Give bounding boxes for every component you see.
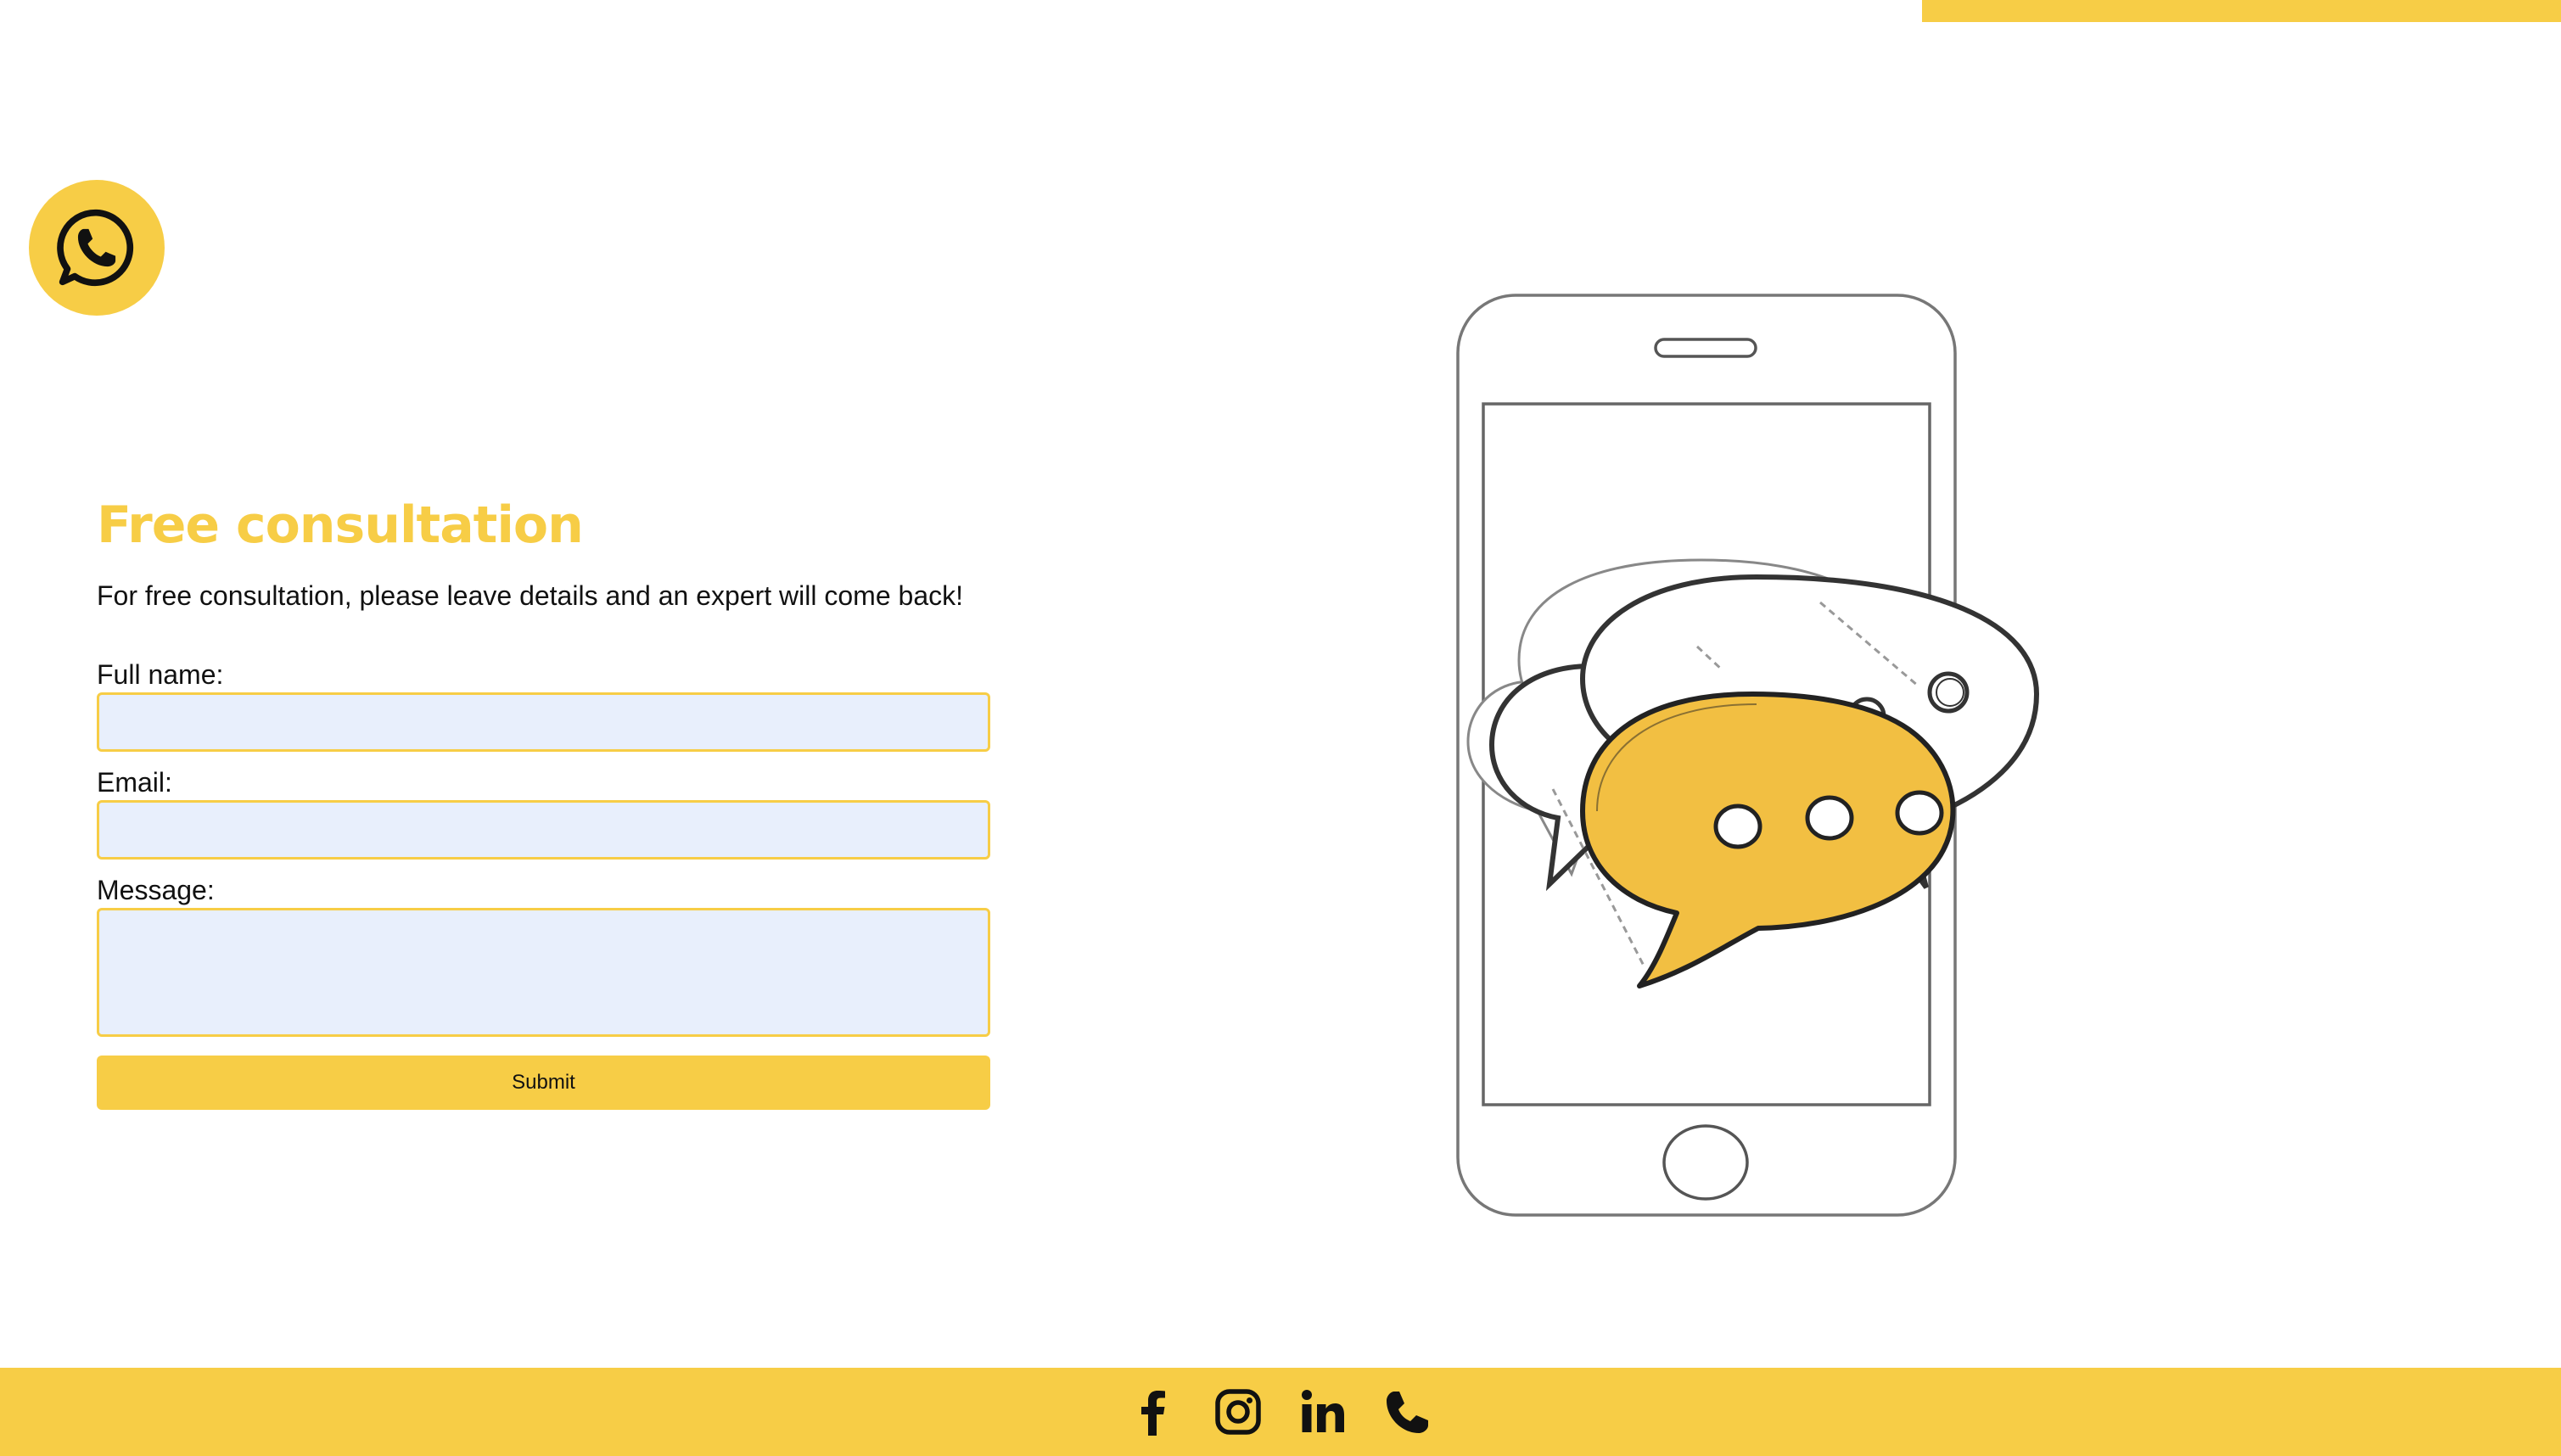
full-name-input[interactable]	[97, 692, 990, 752]
footer	[0, 1368, 2561, 1456]
instagram-icon	[1215, 1389, 1261, 1435]
facebook-link[interactable]	[1128, 1386, 1179, 1437]
facebook-icon	[1141, 1391, 1165, 1436]
linkedin-link[interactable]	[1297, 1386, 1348, 1437]
form-subtitle: For free consultation, please leave deta…	[97, 580, 963, 611]
email-label: Email:	[97, 767, 172, 798]
phone-chat-illustration	[1443, 280, 2155, 1230]
message-label: Message:	[97, 875, 215, 905]
consultation-form: Free consultation For free consultation,…	[97, 496, 990, 1110]
message-textarea[interactable]	[97, 908, 990, 1037]
linkedin-icon	[1302, 1390, 1344, 1432]
submit-button[interactable]: Submit	[97, 1056, 990, 1110]
form-title: Free consultation	[97, 496, 584, 555]
top-accent-bar	[1922, 0, 2561, 22]
whatsapp-icon	[57, 209, 134, 287]
email-input[interactable]	[97, 800, 990, 860]
phone-link[interactable]	[1382, 1386, 1433, 1437]
full-name-label: Full name:	[97, 659, 224, 690]
phone-icon	[1387, 1392, 1428, 1433]
whatsapp-button[interactable]	[29, 180, 165, 316]
phone-chat-bubbles-illustration	[1456, 294, 2040, 1217]
instagram-link[interactable]	[1213, 1386, 1264, 1437]
